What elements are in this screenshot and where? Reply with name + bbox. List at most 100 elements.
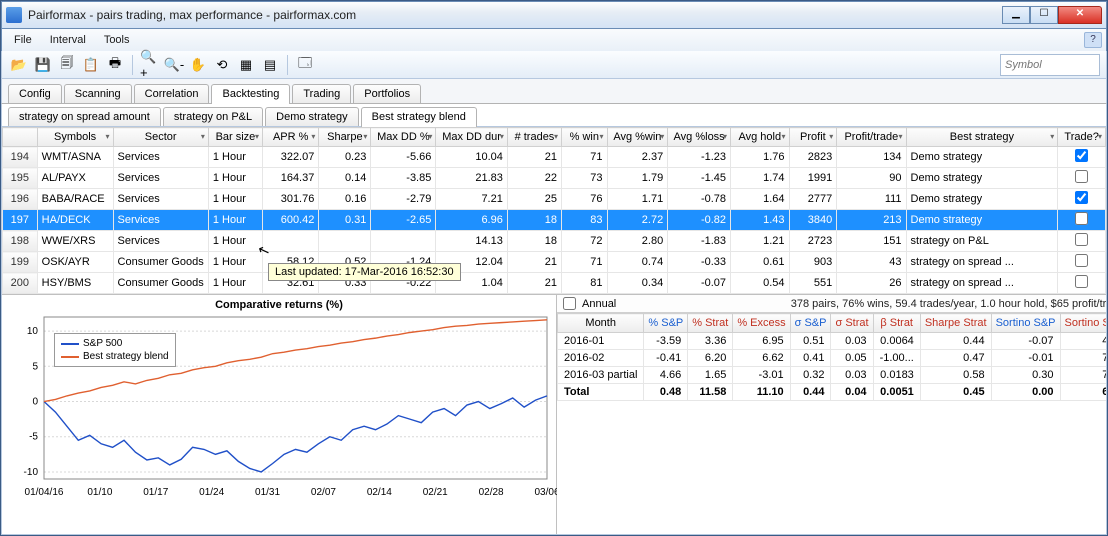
copy-icon[interactable]: 📋 bbox=[80, 54, 102, 76]
trade-checkbox-cell bbox=[1058, 168, 1106, 189]
close-button[interactable] bbox=[1058, 6, 1102, 24]
stats-col[interactable]: Month bbox=[558, 314, 644, 333]
subtab-1[interactable]: strategy on P&L bbox=[163, 107, 263, 126]
stats-cell: 0.45 bbox=[920, 384, 991, 401]
col-header[interactable]: Avg hold bbox=[731, 128, 790, 147]
table-row[interactable]: 197HA/DECKServices1 Hour600.420.31-2.656… bbox=[3, 210, 1106, 231]
cell: 26 bbox=[837, 273, 906, 294]
saveall-icon[interactable]: 🗐 bbox=[56, 54, 78, 76]
separator bbox=[132, 55, 133, 75]
trade-checkbox-cell bbox=[1058, 147, 1106, 168]
stats-col[interactable]: Sortino S&P bbox=[991, 314, 1060, 333]
tab-config[interactable]: Config bbox=[8, 84, 62, 103]
trade-checkbox-cell bbox=[1058, 273, 1106, 294]
stats-cell: Total bbox=[558, 384, 644, 401]
col-header[interactable]: Bar size bbox=[208, 128, 262, 147]
help-button[interactable]: ? bbox=[1084, 32, 1102, 48]
stats-cell: 11.58 bbox=[688, 384, 733, 401]
chart-legend: S&P 500Best strategy blend bbox=[54, 333, 176, 367]
cell: 21 bbox=[507, 147, 561, 168]
col-header[interactable]: Trade? bbox=[1058, 128, 1106, 147]
stats-cell: 0.0051 bbox=[873, 384, 920, 401]
tab-trading[interactable]: Trading bbox=[292, 84, 351, 103]
trade-checkbox[interactable] bbox=[1075, 191, 1088, 204]
col-header[interactable]: Max DD dur bbox=[436, 128, 508, 147]
cell: 0.23 bbox=[319, 147, 371, 168]
col-header[interactable]: Profit bbox=[789, 128, 837, 147]
symbol-input[interactable] bbox=[1005, 59, 1108, 71]
grid-icon[interactable]: ▦ bbox=[235, 54, 257, 76]
pan-icon[interactable]: ✋ bbox=[187, 54, 209, 76]
print-icon[interactable]: 🖶 bbox=[104, 54, 126, 76]
stats-cell: 0.32 bbox=[790, 367, 831, 384]
cell: 164.37 bbox=[263, 168, 319, 189]
cell: -5.66 bbox=[371, 147, 436, 168]
save-icon[interactable]: 💾 bbox=[32, 54, 54, 76]
cell: 1 Hour bbox=[208, 231, 262, 252]
refresh-icon[interactable]: ⟲ bbox=[211, 54, 233, 76]
table-row[interactable]: 194WMT/ASNAServices1 Hour322.070.23-5.66… bbox=[3, 147, 1106, 168]
trade-checkbox[interactable] bbox=[1075, 254, 1088, 267]
subtab-2[interactable]: Demo strategy bbox=[265, 107, 359, 126]
col-header[interactable] bbox=[3, 128, 38, 147]
col-header[interactable]: Sector bbox=[113, 128, 208, 147]
stats-col[interactable]: % Excess bbox=[733, 314, 790, 333]
cell: Demo strategy bbox=[906, 147, 1058, 168]
minimize-button[interactable] bbox=[1002, 6, 1030, 24]
subtab-0[interactable]: strategy on spread amount bbox=[8, 107, 161, 126]
menu-tools[interactable]: Tools bbox=[96, 32, 138, 48]
stats-col[interactable]: % Strat bbox=[688, 314, 733, 333]
zoomout-icon[interactable]: 🔍- bbox=[163, 54, 185, 76]
cell: 1 Hour bbox=[208, 252, 262, 273]
zoomin-icon[interactable]: 🔍+ bbox=[139, 54, 161, 76]
symbol-search[interactable]: 🔍 bbox=[1000, 54, 1100, 76]
cell: Services bbox=[113, 210, 208, 231]
col-header[interactable]: Max DD % bbox=[371, 128, 436, 147]
tab-backtesting[interactable]: Backtesting bbox=[211, 84, 290, 104]
svg-text:01/10: 01/10 bbox=[87, 487, 112, 498]
cell: WWE/XRS bbox=[37, 231, 113, 252]
col-header[interactable]: APR % bbox=[263, 128, 319, 147]
subtab-3[interactable]: Best strategy blend bbox=[361, 107, 477, 127]
stats-col[interactable]: σ S&P bbox=[790, 314, 831, 333]
stats-col[interactable]: Sortino Strat bbox=[1060, 314, 1106, 333]
table-row[interactable]: 195AL/PAYXServices1 Hour164.370.14-3.852… bbox=[3, 168, 1106, 189]
trade-checkbox[interactable] bbox=[1075, 149, 1088, 162]
cell: -0.78 bbox=[668, 189, 731, 210]
list-icon[interactable]: ▤ bbox=[259, 54, 281, 76]
stats-col[interactable]: σ Strat bbox=[831, 314, 873, 333]
window-icon[interactable]: 🗔 bbox=[294, 54, 316, 76]
col-header[interactable]: Best strategy bbox=[906, 128, 1058, 147]
tab-portfolios[interactable]: Portfolios bbox=[353, 84, 421, 103]
table-row[interactable]: 196BABA/RACEServices1 Hour301.760.16-2.7… bbox=[3, 189, 1106, 210]
stats-col[interactable]: % S&P bbox=[644, 314, 688, 333]
table-row[interactable]: 199OSK/AYRConsumer Goods1 Hour58.120.52-… bbox=[3, 252, 1106, 273]
stats-col[interactable]: Sharpe Strat bbox=[920, 314, 991, 333]
col-header[interactable]: Avg %win bbox=[607, 128, 668, 147]
trade-checkbox[interactable] bbox=[1075, 233, 1088, 246]
stats-cell: -3.01 bbox=[733, 367, 790, 384]
col-header[interactable]: Avg %loss bbox=[668, 128, 731, 147]
col-header[interactable]: Symbols bbox=[37, 128, 113, 147]
stats-col[interactable]: β Strat bbox=[873, 314, 920, 333]
trade-checkbox[interactable] bbox=[1075, 212, 1088, 225]
col-header[interactable]: % win bbox=[562, 128, 608, 147]
trade-checkbox[interactable] bbox=[1075, 170, 1088, 183]
tab-scanning[interactable]: Scanning bbox=[64, 84, 132, 103]
col-header[interactable]: Profit/trade bbox=[837, 128, 906, 147]
svg-text:02/21: 02/21 bbox=[423, 487, 448, 498]
col-header[interactable]: Sharpe bbox=[319, 128, 371, 147]
maximize-button[interactable] bbox=[1030, 6, 1058, 24]
menu-file[interactable]: File bbox=[6, 32, 40, 48]
menu-interval[interactable]: Interval bbox=[42, 32, 94, 48]
trade-checkbox[interactable] bbox=[1075, 275, 1088, 288]
svg-text:03/06: 03/06 bbox=[534, 487, 557, 498]
table-row[interactable]: 198WWE/XRSServices1 Hour14.1318722.80-1.… bbox=[3, 231, 1106, 252]
cell: strategy on P&L bbox=[906, 231, 1058, 252]
open-icon[interactable]: 📂 bbox=[8, 54, 30, 76]
col-header[interactable]: # trades bbox=[507, 128, 561, 147]
annual-checkbox[interactable] bbox=[563, 297, 576, 310]
table-row[interactable]: 200HSY/BMSConsumer Goods1 Hour32.610.33-… bbox=[3, 273, 1106, 294]
tab-correlation[interactable]: Correlation bbox=[134, 84, 210, 103]
cell: -0.33 bbox=[668, 252, 731, 273]
